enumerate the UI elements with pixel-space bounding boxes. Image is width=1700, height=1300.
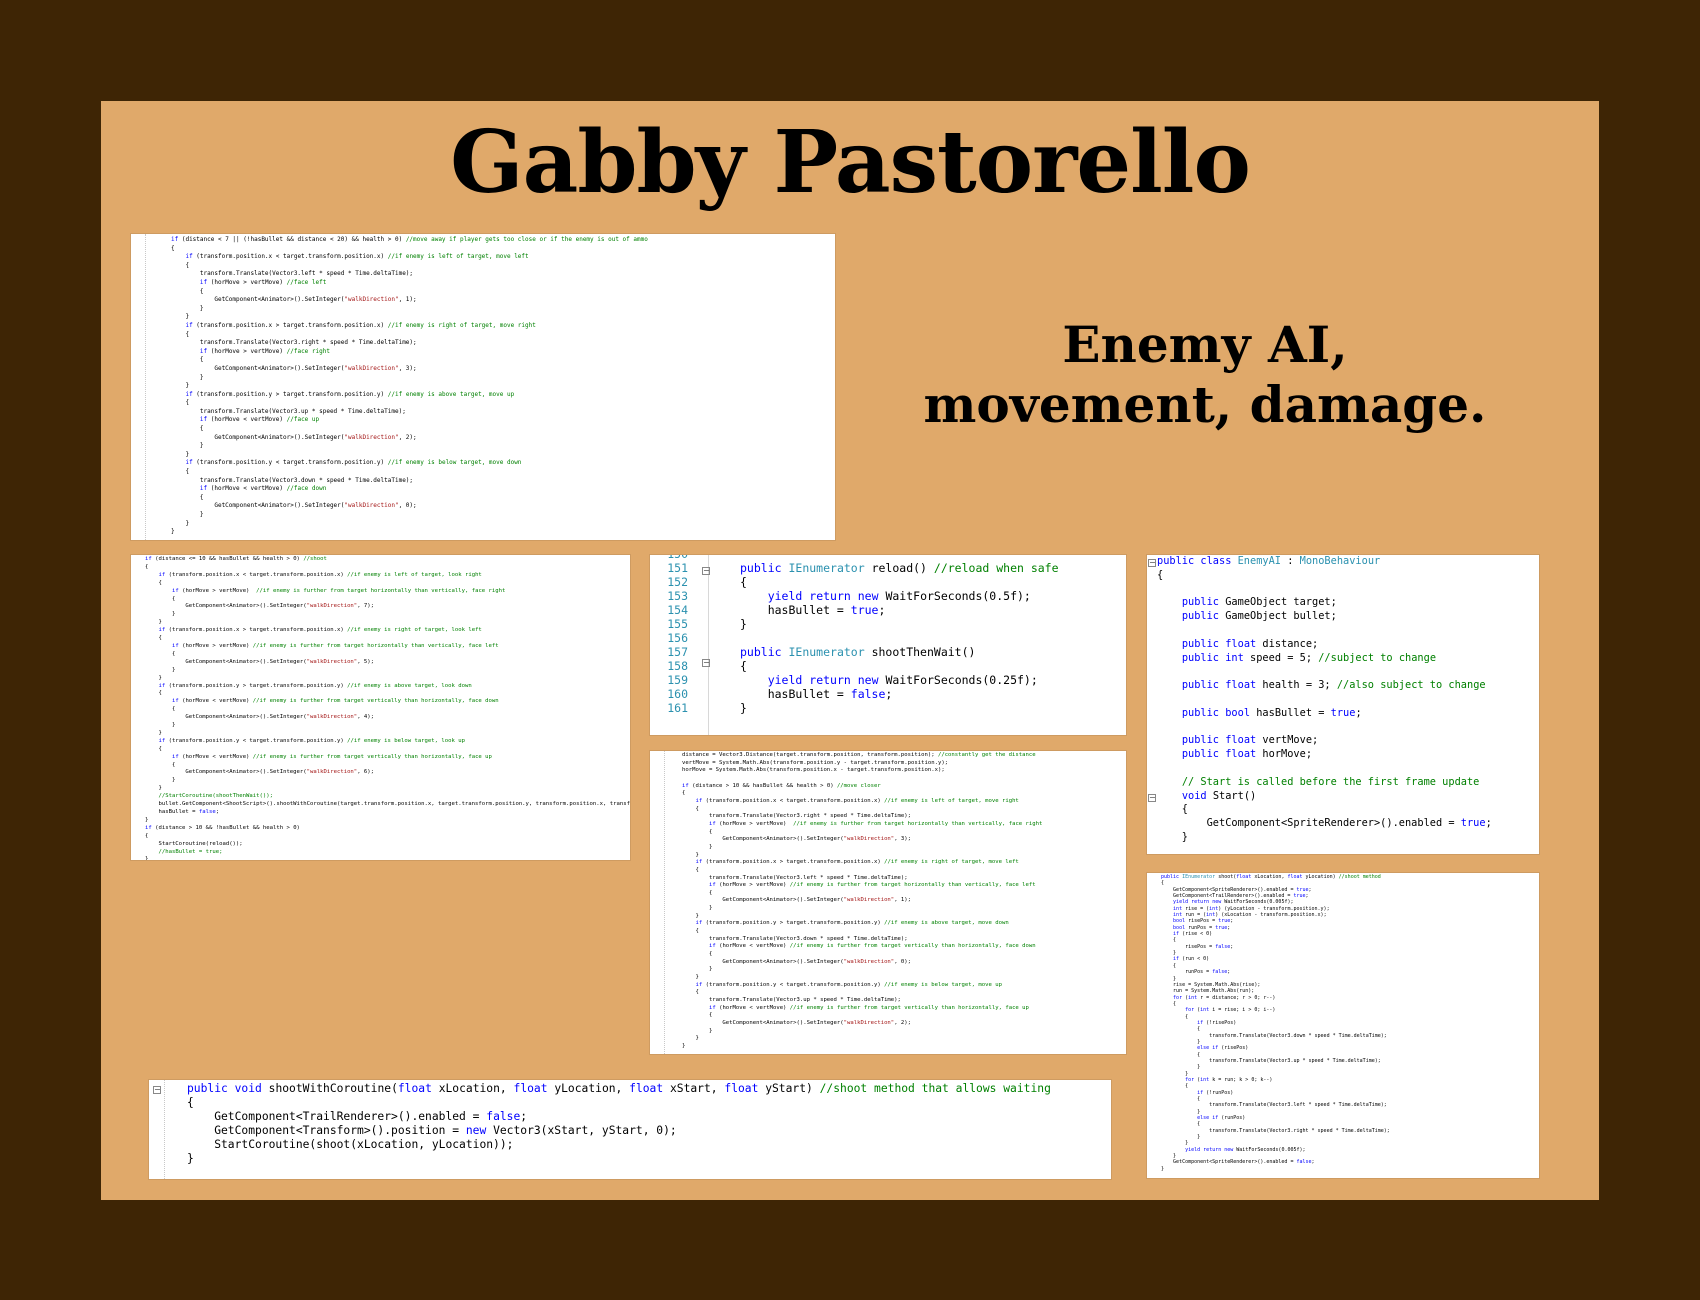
code-screenshot-move-closer: distance = Vector3.Distance(target.trans… [650, 751, 1126, 1054]
code-screenshot-shoot-coroutine: public IEnumerator shoot(float xLocation… [1147, 873, 1539, 1178]
code-block: public void shootWithCoroutine(float xLo… [187, 1082, 1051, 1166]
code-block: public IEnumerator shoot(float xLocation… [1161, 874, 1390, 1172]
page-title: Gabby Pastorello [450, 112, 1251, 213]
collapse-icon[interactable]: − [702, 567, 710, 575]
editor-gutter [164, 1080, 165, 1179]
code-block: public class EnemyAI : MonoBehaviour { p… [1157, 555, 1492, 843]
code-screenshot-shoot-with-coroutine: − public void shootWithCoroutine(float x… [149, 1080, 1111, 1179]
code-screenshot-shoot-look: if (distance <= 10 && hasBullet && healt… [131, 555, 630, 860]
code-screenshot-move-away: if (distance < 7 || (!hasBullet && dista… [131, 234, 835, 540]
code-block: if (distance < 7 || (!hasBullet && dista… [171, 236, 648, 536]
editor-gutter [131, 234, 146, 540]
code-screenshot-enemy-class: − − public class EnemyAI : MonoBehaviour… [1147, 555, 1539, 854]
collapse-icon[interactable]: − [1148, 794, 1156, 802]
collapse-icon[interactable]: − [702, 659, 710, 667]
page-subtitle: Enemy AI, movement, damage. [923, 315, 1487, 434]
code-block: public IEnumerator reload() //reload whe… [740, 561, 1059, 715]
code-block: if (distance <= 10 && hasBullet && healt… [145, 556, 630, 860]
code-block: distance = Vector3.Distance(target.trans… [682, 752, 1043, 1049]
collapse-icon[interactable]: − [153, 1086, 161, 1094]
editor-gutter [694, 555, 709, 735]
code-screenshot-reload: 150 151 152 153 154 155 156 157 158 159 … [650, 555, 1126, 735]
collapse-icon[interactable]: − [1148, 559, 1156, 567]
editor-gutter [650, 751, 665, 1054]
line-numbers: 150 151 152 153 154 155 156 157 158 159 … [667, 555, 688, 715]
